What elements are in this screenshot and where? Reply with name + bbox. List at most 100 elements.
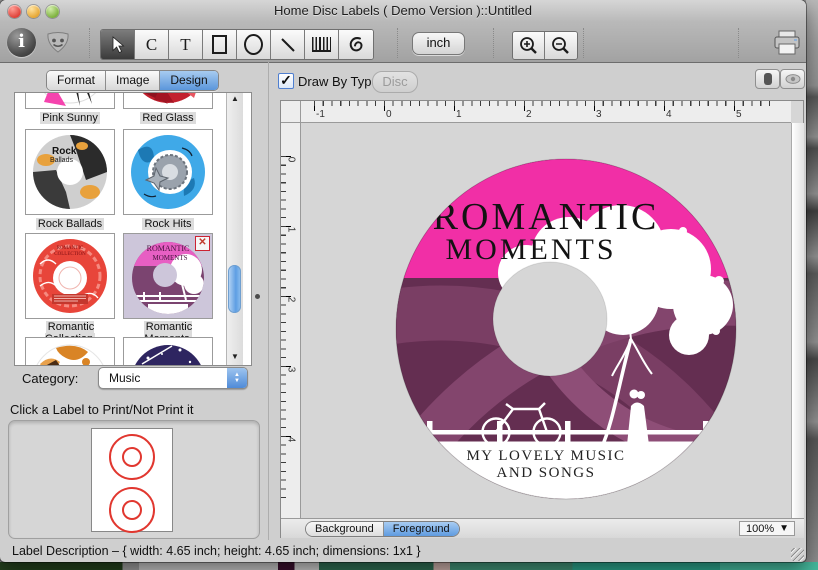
template-item-partial-left[interactable] xyxy=(25,337,115,366)
print-hint-label: Click a Label to Print/Not Print it xyxy=(10,402,194,417)
spiral-tool-button[interactable] xyxy=(339,30,373,59)
draw-by-type-label: Draw By Type xyxy=(298,74,379,89)
disc-title-line1: ROMANTIC xyxy=(433,196,660,238)
arc-tool-button[interactable]: C xyxy=(135,30,169,59)
template-item-pink-sunny[interactable] xyxy=(25,92,115,109)
oval-tool-button[interactable] xyxy=(237,30,271,59)
print-sheet[interactable] xyxy=(91,428,173,532)
tab-design[interactable]: Design xyxy=(160,71,217,90)
ruler-v-label: 2 xyxy=(285,297,296,303)
disc-footer-line1: MY LOVELY MUSIC xyxy=(466,448,625,464)
rectangle-tool-icon xyxy=(212,35,227,54)
background-window-strip-right xyxy=(806,0,818,570)
tab-background-layer[interactable]: Background xyxy=(306,522,384,536)
ruler-h-label: 2 xyxy=(526,109,532,120)
zoom-in-button[interactable] xyxy=(513,32,545,59)
template-item-red-glass[interactable] xyxy=(123,92,213,109)
zoom-level-dropdown[interactable]: 100% ▼ xyxy=(739,521,795,536)
scroll-up-icon[interactable]: ▲ xyxy=(227,93,243,105)
oval-tool-icon xyxy=(244,34,263,55)
template-close-button[interactable]: ✕ xyxy=(195,236,210,251)
label-shape-icon xyxy=(764,73,772,85)
left-panel-tabs: Format Image Design xyxy=(46,70,219,91)
status-bar-text: Label Description – { width: 4.65 inch; … xyxy=(12,544,421,558)
template-thumbnail xyxy=(124,338,212,366)
template-item-rock-ballads[interactable]: Rock Ballads xyxy=(25,129,115,215)
scrollbar-thumb[interactable] xyxy=(228,265,241,313)
template-label: Rock Hits xyxy=(120,218,216,230)
template-item-romantic-collection[interactable]: ROMANTIC COLLECTION xyxy=(25,233,115,319)
line-tool-button[interactable] xyxy=(271,30,305,59)
template-thumbnail: Rock Ballads xyxy=(26,130,114,214)
draw-by-type-checkbox[interactable]: ✓ xyxy=(278,73,294,89)
info-button[interactable]: i xyxy=(7,28,36,57)
pane-splitter[interactable] xyxy=(268,62,269,540)
thumb-art-text: ROMANTIC xyxy=(147,244,190,253)
window-title: Home Disc Labels ( Demo Version )::Untit… xyxy=(0,3,806,18)
toolbar-separator xyxy=(493,28,494,58)
preview-eye-button[interactable] xyxy=(780,69,805,89)
line-tool-icon xyxy=(279,36,297,54)
template-thumbnail xyxy=(26,92,114,108)
disc-title-line2: MOMENTS xyxy=(445,233,616,266)
template-label: Rock Ballads xyxy=(22,218,118,230)
barcode-tool-icon xyxy=(312,37,331,52)
ruler-h-label: 4 xyxy=(666,109,672,120)
zoom-out-button[interactable] xyxy=(545,32,577,59)
category-value: Music xyxy=(109,371,140,385)
toolbar-separator xyxy=(583,28,584,58)
ruler-v-label: 0 xyxy=(285,157,296,163)
screen: Home Disc Labels ( Demo Version )::Untit… xyxy=(0,0,818,570)
pane-splitter-handle[interactable] xyxy=(255,294,260,299)
tab-format[interactable]: Format xyxy=(47,71,106,90)
tab-foreground-layer[interactable]: Foreground xyxy=(384,522,459,536)
template-list: Pink Sunny Red Glass xyxy=(14,92,252,366)
scroll-down-icon[interactable]: ▼ xyxy=(227,351,243,363)
ruler-h-label: 1 xyxy=(456,109,462,120)
template-list-scrollbar[interactable]: ▲ ▼ xyxy=(226,93,243,365)
zoom-buttons xyxy=(512,31,578,60)
mask-icon[interactable] xyxy=(45,31,71,55)
printer-icon xyxy=(771,28,803,58)
thumb-art-text: Rock xyxy=(52,146,77,157)
resize-grip[interactable] xyxy=(791,548,804,561)
checkmark-icon: ✓ xyxy=(280,72,292,88)
barcode-tool-button[interactable] xyxy=(305,30,339,59)
thumb-art-text: ROMANTIC xyxy=(57,246,84,251)
tool-palette: C T xyxy=(100,29,374,60)
disc-preview: ROMANTIC MOMENTS MY LOVELY MUSIC AND SON… xyxy=(301,123,791,519)
canvas-bottom-bar: Background Foreground 100% ▼ xyxy=(281,518,804,538)
unit-button[interactable]: inch xyxy=(412,32,465,55)
ruler-v-label: 4 xyxy=(285,437,296,443)
toolbar-separator xyxy=(738,28,739,58)
chevron-down-icon: ▼ xyxy=(779,522,789,536)
template-item-romantic-moments[interactable]: ROMANTIC MOMENTS ✕ xyxy=(123,233,213,319)
thumb-art-text: COLLECTION xyxy=(54,252,86,257)
toolbar-separator xyxy=(89,28,90,58)
thumb-art-text: Ballads xyxy=(50,157,73,164)
tab-image[interactable]: Image xyxy=(106,71,160,90)
spiral-tool-icon xyxy=(346,35,366,55)
canvas-vertical-scrollbar[interactable] xyxy=(791,123,804,519)
disc-center-hole xyxy=(493,262,607,376)
disc-button[interactable]: Disc xyxy=(372,71,418,93)
label-shape-button[interactable] xyxy=(755,69,780,89)
template-item-partial-right[interactable] xyxy=(123,337,213,366)
rectangle-tool-button[interactable] xyxy=(203,30,237,59)
template-thumbnail xyxy=(124,92,212,108)
eye-icon xyxy=(785,74,801,84)
background-window-strip-bottom xyxy=(0,562,818,570)
template-thumbnail xyxy=(124,130,212,214)
design-canvas[interactable]: ROMANTIC MOMENTS MY LOVELY MUSIC AND SON… xyxy=(301,123,791,519)
template-item-rock-hits[interactable] xyxy=(123,129,213,215)
zoom-in-icon xyxy=(518,35,540,57)
print-button[interactable] xyxy=(771,28,803,58)
canvas-frame: -1 0 1 2 3 4 5 0 1 2 3 4 xyxy=(280,100,804,538)
text-tool-button[interactable]: T xyxy=(169,30,203,59)
select-tool-button[interactable] xyxy=(101,30,135,59)
template-label: Red Glass xyxy=(120,112,216,124)
print-disc-hole-outline xyxy=(122,500,142,520)
toolbar-separator xyxy=(397,28,398,58)
category-dropdown[interactable]: Music ▲ ▼ xyxy=(98,367,248,389)
template-thumbnail: ROMANTIC COLLECTION xyxy=(26,234,114,318)
